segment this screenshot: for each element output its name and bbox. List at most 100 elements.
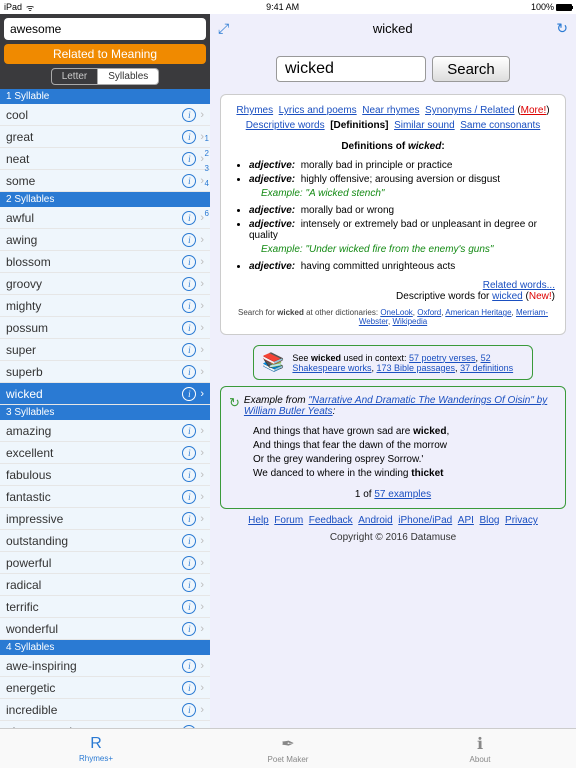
footer-link[interactable]: Blog — [479, 515, 499, 526]
nav-descriptive[interactable]: Descriptive words — [246, 120, 325, 131]
list-item[interactable]: cooli› — [0, 104, 210, 126]
info-icon[interactable]: i — [182, 446, 196, 460]
footer-link[interactable]: Feedback — [309, 515, 353, 526]
tab-about[interactable]: ℹAbout — [384, 729, 576, 768]
info-icon[interactable]: i — [182, 321, 196, 335]
dict-link[interactable]: Oxford — [417, 308, 441, 317]
search-button[interactable]: Search — [432, 56, 510, 82]
list-item[interactable]: superi› — [0, 339, 210, 361]
word-list[interactable]: 1 Syllablecooli›greati›neati›somei›2 Syl… — [0, 89, 210, 728]
info-icon[interactable]: i — [182, 578, 196, 592]
footer-link[interactable]: Help — [248, 515, 269, 526]
list-item[interactable]: possumi› — [0, 317, 210, 339]
list-item[interactable]: awingi› — [0, 229, 210, 251]
list-item[interactable]: wickedi› — [0, 383, 210, 405]
info-icon[interactable]: i — [182, 365, 196, 379]
info-icon[interactable]: i — [182, 490, 196, 504]
list-item[interactable]: fantastici› — [0, 486, 210, 508]
nav-rhymes[interactable]: Rhymes — [236, 105, 273, 116]
info-icon[interactable]: i — [182, 424, 196, 438]
list-item[interactable]: awe-inspiringi› — [0, 655, 210, 677]
info-icon[interactable]: i — [182, 343, 196, 357]
info-icon[interactable]: i — [182, 600, 196, 614]
info-icon[interactable]: i — [182, 468, 196, 482]
list-item[interactable]: groovyi› — [0, 273, 210, 295]
dict-link[interactable]: OneLook — [380, 308, 412, 317]
tab-poet-maker[interactable]: ✒Poet Maker — [192, 729, 384, 768]
nav-synonyms[interactable]: Synonyms / Related — [425, 105, 515, 116]
info-icon[interactable]: i — [182, 622, 196, 636]
info-icon[interactable]: i — [182, 556, 196, 570]
seg-syllables[interactable]: Syllables — [98, 68, 159, 85]
list-item[interactable]: powerfuli› — [0, 552, 210, 574]
footer-link[interactable]: Forum — [274, 515, 303, 526]
search-input[interactable] — [4, 18, 206, 40]
context-link[interactable]: 57 poetry verses — [409, 353, 476, 363]
related-words-link[interactable]: Related words... — [483, 280, 555, 291]
list-item[interactable]: superbi› — [0, 361, 210, 383]
related-button[interactable]: Related to Meaning — [4, 44, 206, 64]
nav-more[interactable]: More! — [521, 105, 547, 116]
index-item[interactable]: 4 — [205, 179, 209, 188]
info-icon[interactable]: i — [182, 703, 196, 717]
list-item[interactable]: greati› — [0, 126, 210, 148]
info-icon[interactable]: i — [182, 512, 196, 526]
dict-link[interactable]: Wikipedia — [392, 317, 427, 326]
examples-count-link[interactable]: 57 examples — [374, 489, 431, 500]
info-icon[interactable]: i — [182, 387, 196, 401]
index-strip[interactable]: 1 2 3 4 5 6 — [205, 134, 209, 218]
list-item[interactable]: amazingi› — [0, 420, 210, 442]
info-icon[interactable]: i — [182, 130, 196, 144]
footer-link[interactable]: Android — [358, 515, 392, 526]
descriptive-word-link[interactable]: wicked — [492, 291, 523, 302]
list-item[interactable]: mightyi› — [0, 295, 210, 317]
info-icon[interactable]: i — [182, 277, 196, 291]
info-icon[interactable]: i — [182, 108, 196, 122]
tab-rhymes-[interactable]: RRhymes+ — [0, 729, 192, 768]
info-icon[interactable]: i — [182, 659, 196, 673]
list-item[interactable]: outstandingi› — [0, 530, 210, 552]
list-item[interactable]: phenomenali› — [0, 721, 210, 728]
info-icon[interactable]: i — [182, 211, 196, 225]
word-input[interactable] — [276, 56, 426, 82]
list-item[interactable]: impressivei› — [0, 508, 210, 530]
list-item[interactable]: terrifici› — [0, 596, 210, 618]
info-icon[interactable]: i — [182, 725, 196, 729]
info-icon[interactable]: i — [182, 299, 196, 313]
dict-link[interactable]: American Heritage — [445, 308, 511, 317]
context-link[interactable]: 173 Bible passages — [376, 363, 455, 373]
expand-icon[interactable]: ⤢ — [218, 20, 229, 37]
footer-link[interactable]: iPhone/iPad — [398, 515, 452, 526]
index-item[interactable]: 5 — [205, 194, 209, 203]
footer-link[interactable]: Privacy — [505, 515, 538, 526]
info-icon[interactable]: i — [182, 174, 196, 188]
list-item[interactable]: energetici› — [0, 677, 210, 699]
info-icon[interactable]: i — [182, 233, 196, 247]
refresh-icon[interactable]: ↻ — [556, 20, 568, 37]
list-item[interactable]: fabulousi› — [0, 464, 210, 486]
index-item[interactable]: 3 — [205, 164, 209, 173]
info-icon[interactable]: i — [182, 534, 196, 548]
nav-definitions[interactable]: [Definitions] — [330, 120, 388, 131]
seg-letter[interactable]: Letter — [51, 68, 99, 85]
info-icon[interactable]: i — [182, 152, 196, 166]
nav-same[interactable]: Same consonants — [460, 120, 540, 131]
info-icon[interactable]: i — [182, 255, 196, 269]
list-item[interactable]: awfuli› — [0, 207, 210, 229]
nav-lyrics[interactable]: Lyrics and poems — [279, 105, 357, 116]
list-item[interactable]: radicali› — [0, 574, 210, 596]
list-item[interactable]: neati› — [0, 148, 210, 170]
info-icon[interactable]: i — [182, 681, 196, 695]
context-link[interactable]: 37 definitions — [460, 363, 513, 373]
list-item[interactable]: excellenti› — [0, 442, 210, 464]
index-item[interactable]: 6 — [205, 209, 209, 218]
reload-example-icon[interactable]: ↻ — [229, 395, 240, 411]
list-item[interactable]: somei› — [0, 170, 210, 192]
index-item[interactable]: 2 — [205, 149, 209, 158]
nav-near[interactable]: Near rhymes — [362, 105, 419, 116]
index-item[interactable]: 1 — [205, 134, 209, 143]
list-item[interactable]: wonderfuli› — [0, 618, 210, 640]
footer-link[interactable]: API — [458, 515, 474, 526]
list-item[interactable]: incrediblei› — [0, 699, 210, 721]
list-item[interactable]: blossomi› — [0, 251, 210, 273]
